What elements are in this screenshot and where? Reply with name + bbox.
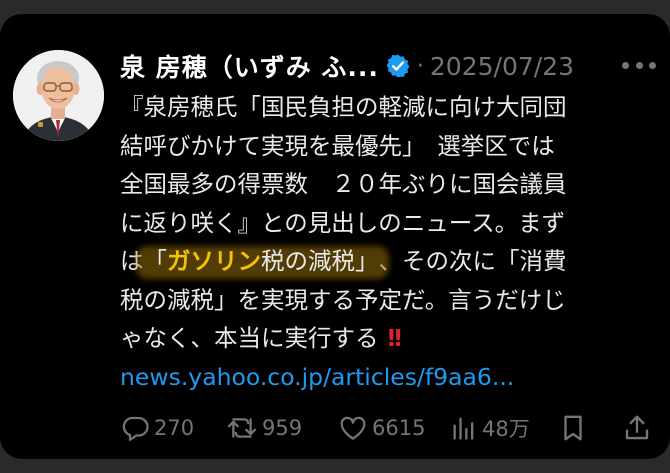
header-separator: · (416, 53, 424, 79)
avatar[interactable] (13, 50, 104, 141)
share-icon (625, 415, 649, 440)
body-line: 税の減税」を実現する予定だ。言うだけじ (120, 285, 566, 314)
post-body: 『泉房穂氏「国民負担の軽減に向け大同団 結呼びかけて実現を最優先」 選挙区では … (120, 88, 660, 396)
bookmark-button[interactable] (558, 408, 592, 448)
article-link[interactable]: news.yahoo.co.jp/articles/f9aa6... (120, 358, 660, 397)
screen: 泉 房穂（いずみ ふ... · 2025/07/23 『泉房穂氏「国民負担の軽減… (0, 0, 670, 473)
highlight-bold-text: ガソリン (167, 247, 261, 275)
body-line: は「ガソリン税の減税」、その次に「消費 (120, 242, 660, 281)
post-header: 泉 房穂（いずみ ふ... · 2025/07/23 (120, 46, 574, 86)
like-count: 6615 (372, 416, 426, 440)
bookmark-icon (564, 415, 582, 441)
highlight-quote: 「 (143, 247, 168, 275)
body-line: ゃなく、本当に実行する !! (120, 319, 660, 358)
double-exclamation-emoji: !! (385, 324, 404, 352)
reply-icon (122, 416, 149, 441)
reply-count: 270 (154, 416, 195, 440)
repost-icon (227, 418, 257, 438)
body-line: 結呼びかけて実現を最優先」 選挙区では (120, 131, 555, 160)
like-icon (340, 416, 366, 440)
body-line: 『泉房穂氏「国民負担の軽減に向け大同団 (120, 93, 567, 121)
body-text: 、その次に「消費 (378, 247, 567, 275)
body-line: 全国最多の得票数 ２０年ぶりに国会議員 (120, 170, 567, 198)
action-bar: 270 959 6615 48万 (120, 408, 660, 448)
like-button[interactable]: 6615 (338, 408, 425, 448)
avatar-image (13, 50, 104, 141)
views-button[interactable]: 48万 (450, 408, 530, 448)
body-line: に返り咲く』との見出しのニュース。まず (120, 208, 566, 237)
reply-button[interactable]: 270 (120, 408, 194, 448)
body-text: ゃなく、本当に実行する (120, 324, 379, 352)
repost-button[interactable]: 959 (226, 408, 302, 448)
highlight-rest-text: 税の減税」 (261, 247, 379, 275)
views-icon (453, 417, 474, 440)
repost-count: 959 (262, 416, 303, 440)
verified-badge-icon (386, 54, 410, 78)
highlighted-phrase: 「ガソリン税の減税」 (144, 242, 379, 281)
share-button[interactable] (622, 408, 656, 448)
post-date[interactable]: 2025/07/23 (430, 52, 574, 81)
author-name[interactable]: 泉 房穂（いずみ ふ... (120, 48, 379, 84)
more-icon[interactable] (622, 52, 656, 78)
link-text[interactable]: news.yahoo.co.jp/articles/f9aa6... (120, 363, 514, 391)
views-count: 48万 (482, 417, 530, 441)
